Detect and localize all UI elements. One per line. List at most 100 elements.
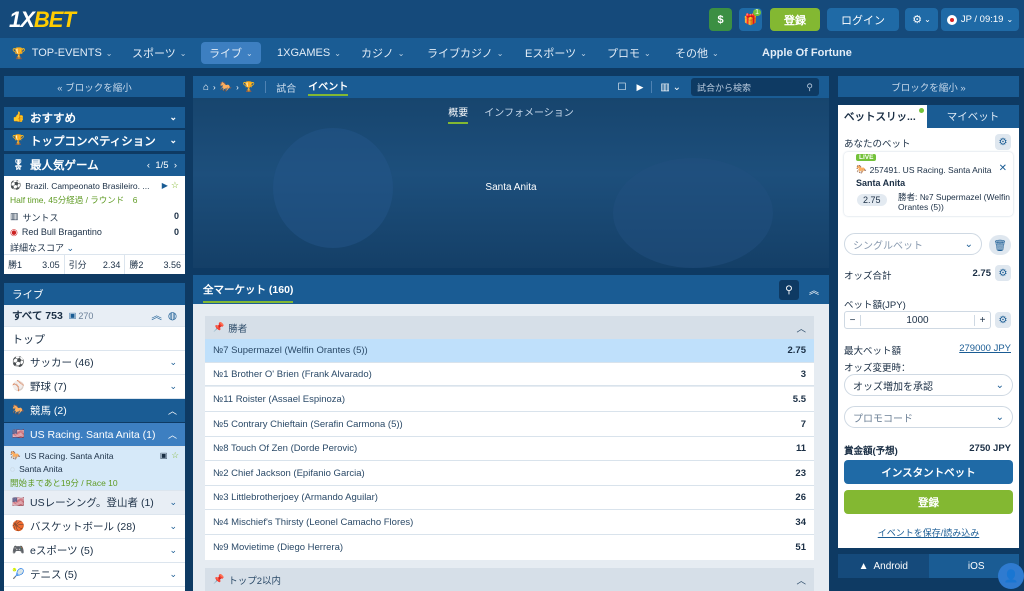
max-bet-value[interactable]: 279000 JPY <box>959 343 1011 354</box>
nav-top-events[interactable]: 🏆 TOP-EVENTS ⌄ <box>12 42 113 64</box>
nav-esports[interactable]: Eスポーツ ⌄ <box>525 42 587 64</box>
trash-icon[interactable]: 🗑 <box>989 235 1011 255</box>
tab-match[interactable]: 試合 <box>276 80 296 95</box>
nav-more[interactable]: その他 ⌄ <box>675 42 719 64</box>
market-runner-row[interactable]: №1 Brother O' Brien (Frank Alvarado) 3 <box>205 363 814 386</box>
bet-type-select[interactable]: シングルベット ⌄ <box>844 233 982 255</box>
video-icon[interactable]: ▣ <box>160 451 168 460</box>
odds-change-select[interactable]: オッズ増加を承認 ⌄ <box>844 374 1013 396</box>
live-all-row[interactable]: すべて 753 ▣ 270 ︽ ◍ <box>4 305 185 327</box>
pin-icon[interactable]: 📌 <box>213 574 224 585</box>
logo[interactable]: 1XBET <box>9 7 76 33</box>
tab-betslip[interactable]: ベットスリッ... <box>838 105 927 128</box>
market-runner-row[interactable]: №9 Movietime (Diego Herrera) 51 <box>205 535 814 560</box>
search-input[interactable]: 試合から検索 ⚲ <box>691 78 819 96</box>
nav-live-casino[interactable]: ライブカジノ ⌄ <box>427 42 503 64</box>
chevron-down-icon: ⌄ <box>169 135 177 145</box>
settings-button[interactable]: ⚙ ⌄ <box>905 8 938 31</box>
notification-dot <box>919 108 924 113</box>
sidebar-item-tennis[interactable]: 🎾 テニス (5) ⌄ <box>4 563 185 587</box>
event-stage: 概要 インフォメーション Santa Anita <box>193 98 829 268</box>
subtab-info[interactable]: インフォメーション <box>484 104 574 124</box>
android-button[interactable]: ▲ Android <box>838 554 929 578</box>
globe-icon[interactable]: ◍ <box>168 310 177 322</box>
popular-pager[interactable]: ‹ 1/5 › <box>147 160 177 171</box>
star-icon[interactable]: ☆ <box>171 180 179 191</box>
market-runner-row[interactable]: №11 Roister (Assael Espinoza) 5.5 <box>205 387 814 412</box>
gear-icon[interactable]: ⚙ <box>995 134 1011 150</box>
login-button[interactable]: ログイン <box>827 8 899 31</box>
chevron-up-icon: ︿ <box>796 323 806 335</box>
market-runner-row[interactable]: №5 Contrary Chieftain (Serafin Carmona (… <box>205 412 814 437</box>
collapse-all-button[interactable]: ︽ <box>809 282 819 297</box>
pin-icon[interactable]: 📌 <box>213 322 224 333</box>
all-markets-tab[interactable]: 全マーケット (160) <box>203 282 294 303</box>
nav-apple-of-fortune[interactable]: Apple Of Fortune <box>752 42 852 64</box>
stats-icon[interactable]: ▥ ⌄ <box>660 82 681 93</box>
tab-my-bets[interactable]: マイベット <box>927 105 1019 128</box>
nav-casino[interactable]: カジノ ⌄ <box>361 42 404 64</box>
odd-away[interactable]: 勝2 3.56 <box>125 255 185 274</box>
market-group-winner[interactable]: 📌 勝者 ︿ <box>205 316 814 339</box>
deposit-button[interactable]: $ <box>709 8 732 31</box>
market-runner-row[interactable]: №7 Supermazel (Welfin Orantes (5)) 2.75 <box>205 339 814 363</box>
tab-event[interactable]: イベント <box>308 78 349 96</box>
register-bet-button[interactable]: 登録 <box>844 490 1013 514</box>
video-icon[interactable]: ▶ <box>162 181 168 190</box>
sidebar-item-santa-anita[interactable]: 🇺🇸 US Racing. Santa Anita (1) ︿ <box>4 423 185 447</box>
fullscreen-icon[interactable]: ☐ <box>618 82 627 93</box>
home-icon[interactable]: ⌂ <box>203 82 209 93</box>
sidebar-item-baseball[interactable]: ⚾ 野球 (7) ⌄ <box>4 375 185 399</box>
market-runner-row[interactable]: №3 Littlebrotherjoey (Armando Aguilar) 26 <box>205 486 814 510</box>
nav-promo[interactable]: プロモ ⌄ <box>607 42 651 64</box>
stake-input[interactable]: 1000 <box>861 315 974 326</box>
market-runner-row[interactable]: №2 Chief Jackson (Epifanio Garcia) 23 <box>205 461 814 486</box>
horse-icon[interactable]: 🐎 <box>220 82 232 93</box>
sidebar-event-santa-anita[interactable]: 🐎 US Racing. Santa Anita ▣ ☆ ◌ Santa Anita 開… <box>4 447 185 491</box>
support-chat-button[interactable]: 👤 <box>998 563 1024 589</box>
popular-match-card[interactable]: ⚽ Brazil. Campeonato Brasileiro. ... ▶ ☆… <box>4 176 185 274</box>
star-icon[interactable]: ☆ <box>171 450 179 461</box>
gear-icon[interactable]: ⚙ <box>995 312 1011 328</box>
nav-sports[interactable]: スポーツ ⌄ <box>132 42 186 64</box>
sidebar-top-competitions[interactable]: 🏆 トップコンペティション ⌄ <box>4 130 185 152</box>
minus-button[interactable]: − <box>845 314 861 326</box>
sidebar-item-basketball[interactable]: 🏀 バスケットボール (28) ⌄ <box>4 515 185 539</box>
nav-live[interactable]: ライブ ⌄ <box>201 42 261 64</box>
sidebar-item-esports[interactable]: 🎮 eスポーツ (5) ⌄ <box>4 539 185 563</box>
subtab-overview[interactable]: 概要 <box>448 104 469 124</box>
left-collapse-bar[interactable]: « ブロックを縮小 <box>4 76 185 97</box>
sidebar-item-horse-racing[interactable]: 🐎 競馬 (2) ︿ <box>4 399 185 423</box>
sidebar-item-soccer[interactable]: ⚽ サッカー (46) ⌄ <box>4 351 185 375</box>
language-time-selector[interactable]: JP / 09:19 ⌄ <box>941 8 1019 31</box>
gift-button[interactable]: 🎁 1 <box>739 8 762 31</box>
markets-search-button[interactable]: ⚲ <box>779 279 799 300</box>
live-top-row[interactable]: トップ <box>4 327 185 351</box>
odd-draw[interactable]: 引分 2.34 <box>65 255 126 274</box>
play-icon[interactable]: ▶ <box>636 82 643 93</box>
sidebar-recommended[interactable]: 👍 おすすめ ⌄ <box>4 107 185 129</box>
nav-1xgames[interactable]: 1XGAMES ⌄ <box>277 42 341 64</box>
trophy-icon: 🏆 <box>12 135 25 146</box>
chevron-down-icon: ⌄ <box>924 15 931 24</box>
markets-header: 全マーケット (160) ⚲ ︽ <box>193 275 829 304</box>
odd-home[interactable]: 勝1 3.05 <box>4 255 65 274</box>
instant-bet-button[interactable]: インスタントベット <box>844 460 1013 484</box>
promo-code-input[interactable]: プロモコード ⌄ <box>844 406 1013 428</box>
close-icon[interactable]: ✕ <box>999 163 1007 174</box>
gear-icon[interactable]: ⚙ <box>995 265 1011 281</box>
popular-label: 最人気ゲーム <box>30 160 99 172</box>
save-load-event-link[interactable]: イベントを保存/読み込み <box>838 526 1019 539</box>
double-chevron-up-icon[interactable]: ︽ <box>151 308 162 323</box>
detailed-score-link[interactable]: 詳細なスコア ⌄ <box>4 238 185 254</box>
sidebar-popular-games[interactable]: 🎖 最人気ゲーム ‹ 1/5 › <box>4 154 185 176</box>
market-runner-row[interactable]: №8 Touch Of Zen (Dorde Perovic) 11 <box>205 437 814 461</box>
plus-button[interactable]: + <box>974 314 990 326</box>
sidebar-item-us-racing-mountaineer[interactable]: 🇺🇸 USレーシング。登山者 (1) ⌄ <box>4 491 185 515</box>
stake-stepper[interactable]: − 1000 + <box>844 311 991 329</box>
register-button[interactable]: 登録 <box>770 8 820 31</box>
market-group-top2[interactable]: 📌 トップ2以内 ︿ <box>205 568 814 591</box>
right-collapse-bar[interactable]: ブロックを縮小 » <box>838 76 1019 97</box>
market-runner-row[interactable]: №4 Mischief's Thirsty (Leonel Camacho Fl… <box>205 510 814 535</box>
trophy-icon[interactable]: 🏆 <box>243 82 255 93</box>
